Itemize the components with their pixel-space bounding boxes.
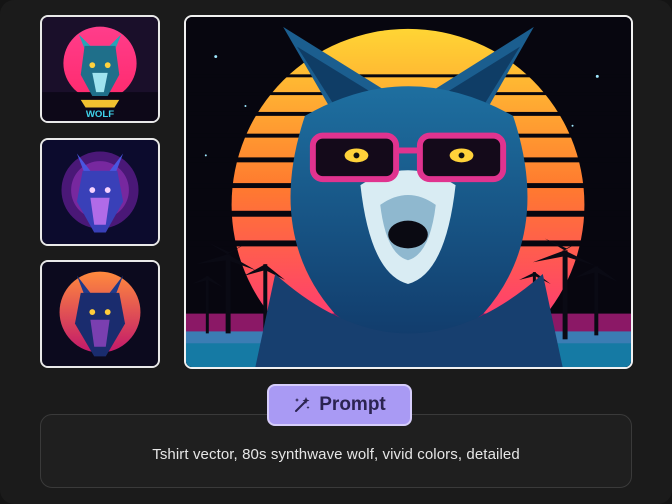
main-generated-image[interactable]	[184, 15, 633, 369]
wolf-thumbnail-image	[42, 262, 158, 366]
prompt-button[interactable]: Prompt	[267, 384, 412, 426]
thumbnail-wolf-2[interactable]	[40, 138, 160, 246]
prompt-label: Prompt	[319, 394, 386, 415]
thumbnail-caption: WOLF	[86, 109, 114, 120]
app-stage: WOLF Tshirt vector, 80s synthwave wolf, …	[0, 0, 672, 504]
thumbnail-wolf-1[interactable]: WOLF	[40, 15, 160, 123]
wolf-thumbnail-image: WOLF	[42, 17, 158, 121]
magic-wand-icon	[293, 396, 311, 414]
wolf-thumbnail-image	[42, 140, 158, 244]
thumbnail-wolf-3[interactable]	[40, 260, 160, 368]
wolf-main-image	[186, 17, 631, 367]
prompt-text: Tshirt vector, 80s synthwave wolf, vivid…	[152, 445, 520, 463]
